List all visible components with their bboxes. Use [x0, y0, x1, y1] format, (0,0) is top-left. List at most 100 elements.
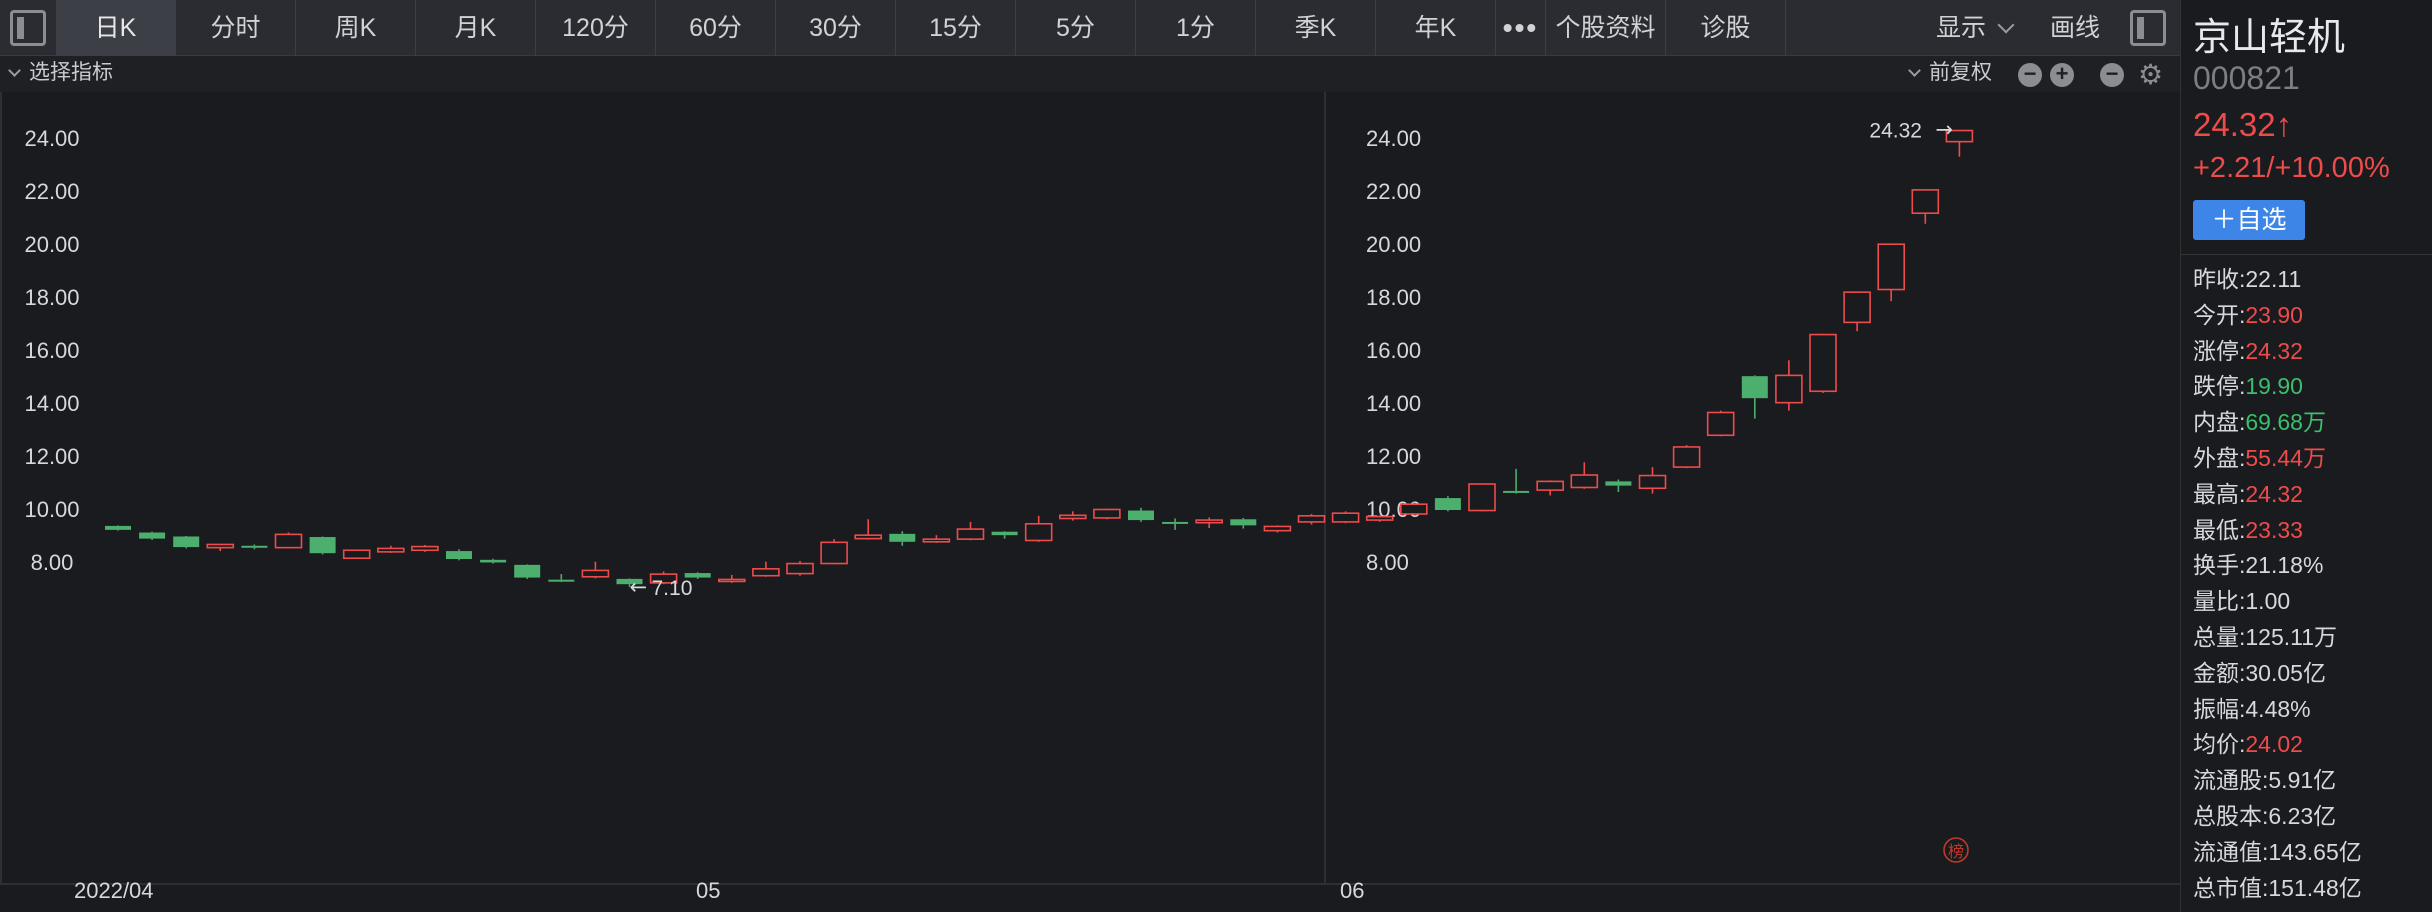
collapse-icon[interactable]: −	[2100, 63, 2124, 87]
stat-value: 21.18%	[2245, 552, 2324, 579]
y-tick-label-left: 22.00	[24, 179, 79, 204]
stat-value: 24.32	[2245, 480, 2303, 507]
stat-label: 振幅:	[2193, 695, 2246, 722]
tab-period[interactable]: 30分	[776, 0, 896, 56]
candle-body-down	[173, 536, 200, 548]
tab-period[interactable]: 月K	[416, 0, 536, 56]
stat-value: 5.91亿	[2268, 767, 2337, 794]
zoom-in-icon[interactable]: +	[2050, 63, 2074, 87]
stat-row: 均价:24.02	[2193, 727, 2362, 763]
candle-body-down	[889, 533, 916, 542]
period-toolbar: 日K 分时 周K 月K 120分 60分 30分 15分 5分 1分 季K 年K ••• 个股资料 诊股 显…	[0, 0, 2180, 56]
candle-body-up	[786, 562, 814, 575]
candle-body-up	[956, 528, 985, 540]
candle-body-up	[581, 569, 610, 578]
y-tick-label-left: 18.00	[24, 285, 79, 310]
candle-body-down	[480, 559, 507, 563]
y-tick-label-right: 24.00	[1366, 126, 1421, 151]
stat-row: 总股本:6.23亿	[2193, 799, 2362, 835]
stock-price: 24.32↑	[2193, 106, 2293, 143]
tab-period[interactable]: 15分	[896, 0, 1016, 56]
settings-gear-icon[interactable]: ⚙	[2138, 58, 2163, 91]
adjust-mode-dropdown[interactable]: 前复权	[1908, 56, 1992, 90]
stat-row: 涨停:24.32	[2193, 334, 2362, 370]
stat-row: 流通值:143.65亿	[2193, 835, 2362, 871]
y-tick-label-right: 22.00	[1366, 179, 1421, 204]
candle-body-down	[446, 551, 472, 560]
y-tick-label-right: 16.00	[1366, 338, 1421, 363]
tab-period[interactable]: 1分	[1136, 0, 1256, 56]
tab-period[interactable]: 诊股	[1666, 0, 1786, 56]
candle-body-up	[717, 578, 746, 583]
tab-period[interactable]: 5分	[1016, 0, 1136, 56]
stat-row: 跌停:19.90	[2193, 369, 2362, 405]
y-tick-label-right: 8.00	[1366, 550, 1409, 575]
candle-body-up	[1331, 512, 1360, 523]
select-indicator-label: 选择指标	[29, 61, 113, 84]
more-tabs-button[interactable]: •••	[1496, 0, 1546, 56]
stat-label: 总市值:	[2193, 874, 2269, 901]
add-watchlist-button[interactable]: ＋自选	[2193, 200, 2305, 240]
candle-body-down	[1605, 481, 1632, 486]
candle-body-up	[1263, 525, 1292, 532]
tab-period[interactable]: 个股资料	[1546, 0, 1666, 56]
tab-period[interactable]: 季K	[1256, 0, 1376, 56]
tab-period[interactable]: 分时	[176, 0, 296, 56]
candle-body-up	[922, 538, 951, 543]
stat-value: 1.00	[2245, 588, 2291, 615]
candle-body-down	[991, 531, 1018, 536]
tab-period[interactable]: 年K	[1376, 0, 1496, 56]
candle-body-up	[1775, 374, 1803, 404]
y-tick-label-left: 14.00	[24, 391, 79, 416]
tab-period[interactable]: 60分	[656, 0, 776, 56]
tab-period[interactable]: 日K	[56, 0, 176, 56]
candle-body-up	[1877, 243, 1905, 291]
display-dropdown[interactable]: 显示	[1936, 0, 2015, 56]
y-tick-label-left: 24.00	[24, 126, 79, 151]
tab-period[interactable]: 周K	[296, 0, 416, 56]
stat-value: 151.48亿	[2268, 874, 2362, 901]
adjust-mode-label: 前复权	[1929, 61, 1992, 84]
candle-body-up	[1638, 474, 1667, 490]
max-price-label: 24.32	[1869, 120, 1922, 143]
candle-body-down	[1503, 490, 1530, 493]
display-label: 显示	[1936, 14, 1987, 42]
panel-toggle-icon[interactable]	[2130, 10, 2166, 46]
candle-body-up	[342, 549, 371, 560]
stat-row: 昨收:22.11	[2193, 262, 2362, 298]
stat-row: 振幅:4.48%	[2193, 692, 2362, 728]
stat-row: 流通股:5.91亿	[2193, 763, 2362, 799]
stat-label: 最低:	[2193, 516, 2246, 543]
stat-label: 涨停:	[2193, 337, 2246, 364]
stat-row: 金额:30.05亿	[2193, 656, 2362, 692]
candle-body-up	[1706, 411, 1735, 437]
candle-body-up	[1468, 483, 1496, 512]
stat-label: 均价:	[2193, 731, 2246, 758]
candlestick-chart[interactable]: 24.00 24.00 22.00 22.00 20.00 20.00 18.00 18.00…	[0, 92, 2180, 912]
chart-background	[0, 92, 2180, 912]
draw-line-button[interactable]: 画线	[2050, 0, 2100, 56]
stat-value: 23.33	[2245, 516, 2303, 543]
stock-change: +2.21/+10.00%	[2193, 152, 2390, 184]
x-tick-label: 05	[696, 878, 720, 903]
chevron-down-icon	[1908, 64, 1921, 77]
stat-label: 昨收:	[2193, 266, 2246, 292]
y-tick-label-left: 20.00	[24, 232, 79, 257]
stat-label: 跌停:	[2193, 373, 2246, 400]
candle-body-up	[1400, 503, 1428, 515]
stat-value: 22.11	[2245, 266, 2302, 292]
candle-body-up	[274, 533, 303, 549]
stock-name: 京山轻机	[2193, 17, 2346, 59]
candle-body-down	[548, 579, 575, 582]
stat-row: 最低:23.33	[2193, 513, 2362, 549]
stat-label: 今开:	[2193, 301, 2246, 328]
stat-row: 内盘:69.68万	[2193, 405, 2362, 441]
sidebar-toggle-icon[interactable]	[10, 10, 46, 46]
left-arrow-icon: ←	[630, 575, 648, 599]
x-tick-label: 06	[1340, 878, 1364, 903]
y-tick-label-left: 16.00	[24, 338, 79, 363]
select-indicator-button[interactable]: 选择指标	[8, 56, 113, 90]
tab-period[interactable]: 120分	[536, 0, 656, 56]
zoom-out-icon[interactable]: −	[2018, 63, 2042, 87]
candle-body-down	[1162, 521, 1189, 524]
